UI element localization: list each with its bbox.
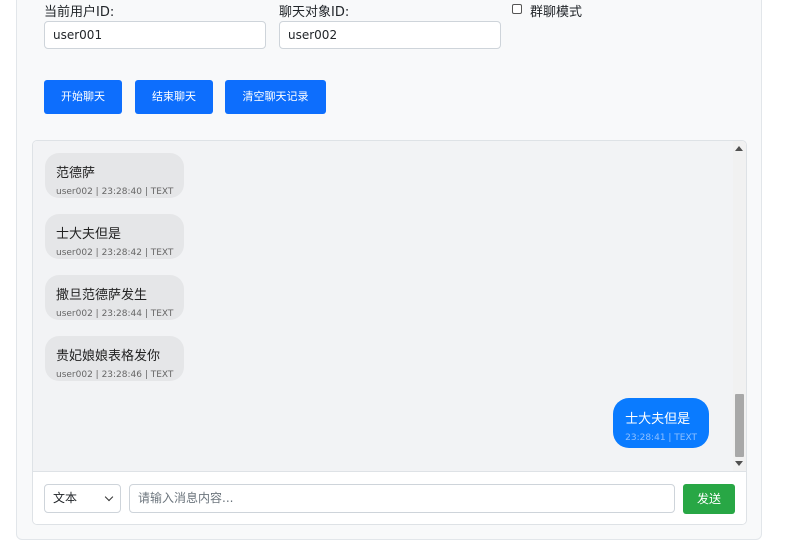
chat-window: 范德萨 user002 | 23:28:40 | TEXT 士大夫但是 user…: [32, 140, 747, 525]
message-text: 范德萨: [56, 166, 96, 181]
message-text: 士大夫但是: [625, 412, 691, 427]
message-scrollbar[interactable]: [733, 141, 746, 471]
group-mode-label: 群聊模式: [530, 5, 583, 20]
message-input[interactable]: 请输入消息内容...: [129, 484, 675, 513]
message-meta: user002 | 23:28:40 | TEXT: [56, 187, 174, 197]
message-incoming: 范德萨 user002 | 23:28:40 | TEXT: [45, 153, 185, 198]
message-type-select[interactable]: 文本: [44, 484, 121, 513]
scrollbar-thumb[interactable]: [735, 394, 744, 457]
scroll-down-arrow-icon[interactable]: [735, 461, 743, 466]
clear-history-button[interactable]: 清空聊天记录: [225, 80, 326, 114]
message-incoming: 贵妃娘娘表格发你 user002 | 23:28:46 | TEXT: [45, 336, 185, 381]
target-user-label: 聊天对象ID:: [279, 5, 350, 20]
chevron-down-icon: [104, 492, 114, 502]
composer-bar: 文本 请输入消息内容... 发送: [33, 471, 746, 524]
message-list[interactable]: 范德萨 user002 | 23:28:40 | TEXT 士大夫但是 user…: [33, 141, 733, 471]
message-text: 贵妃娘娘表格发你: [56, 349, 161, 364]
group-mode-checkbox[interactable]: [512, 4, 522, 14]
message-meta: user002 | 23:28:44 | TEXT: [56, 309, 174, 319]
message-incoming: 士大夫但是 user002 | 23:28:42 | TEXT: [45, 214, 185, 259]
message-meta: user002 | 23:28:46 | TEXT: [56, 370, 174, 380]
message-meta: user002 | 23:28:42 | TEXT: [56, 248, 174, 258]
start-chat-button[interactable]: 开始聊天: [44, 80, 122, 114]
message-meta: 23:28:41 | TEXT: [625, 433, 697, 443]
end-chat-button[interactable]: 结束聊天: [135, 80, 213, 114]
current-user-label: 当前用户ID:: [44, 5, 115, 20]
scroll-up-arrow-icon[interactable]: [735, 146, 743, 151]
target-user-input[interactable]: user002: [279, 21, 501, 49]
message-incoming: 撒旦范德萨发生 user002 | 23:28:44 | TEXT: [45, 275, 185, 320]
send-button[interactable]: 发送: [683, 484, 735, 514]
message-text: 撒旦范德萨发生: [56, 288, 148, 303]
current-user-input[interactable]: user001: [44, 21, 266, 49]
message-outgoing: 士大夫但是 23:28:41 | TEXT: [613, 398, 709, 448]
message-type-value: 文本: [53, 491, 78, 505]
message-text: 士大夫但是: [56, 227, 122, 242]
